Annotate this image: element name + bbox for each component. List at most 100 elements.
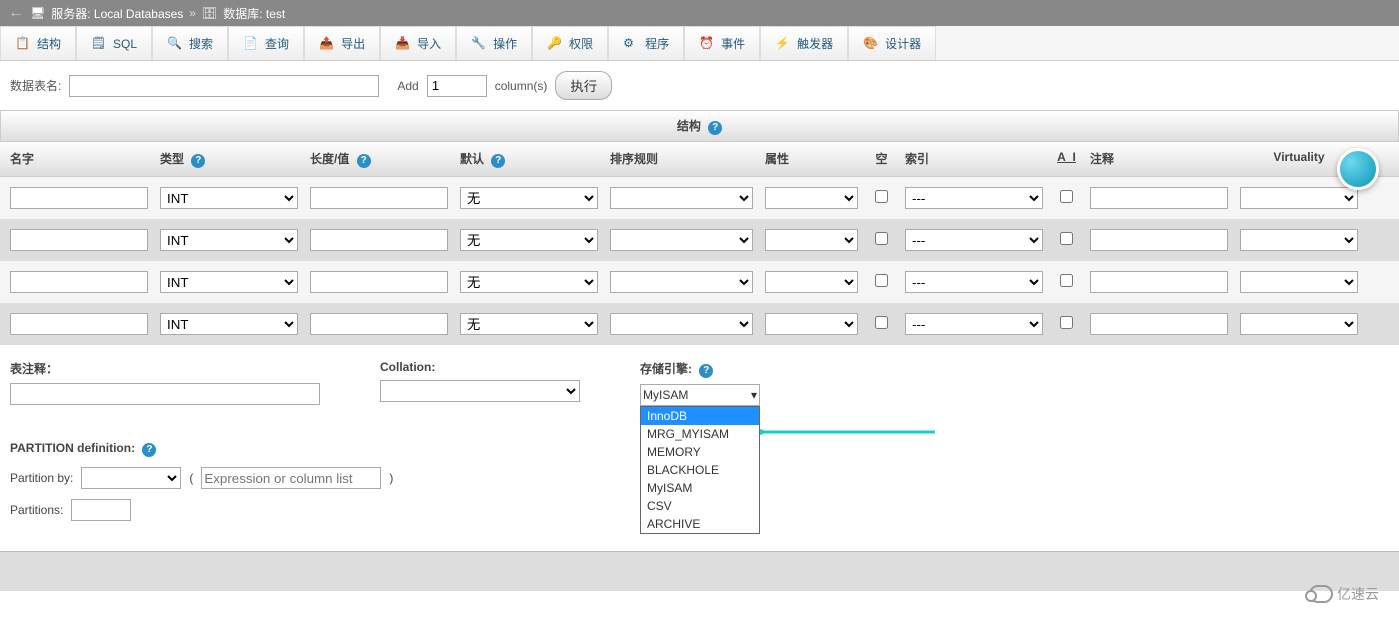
index-select[interactable]: ---: [905, 229, 1043, 251]
type-select[interactable]: INT: [160, 187, 298, 209]
breadcrumb-server[interactable]: 服务器: Local Databases: [51, 5, 183, 22]
chevron-down-icon: ▾: [751, 388, 757, 402]
attributes-select[interactable]: [765, 271, 858, 293]
structure-icon: 📋: [15, 36, 31, 52]
tab-events[interactable]: ⏰事件: [684, 26, 760, 60]
tab-operations[interactable]: 🔧操作: [456, 26, 532, 60]
tab-label: 程序: [645, 35, 669, 52]
partitions-input[interactable]: [71, 499, 131, 521]
ai-checkbox[interactable]: [1060, 316, 1073, 329]
virtuality-select[interactable]: [1240, 187, 1358, 209]
import-icon: 📥: [395, 36, 411, 52]
index-select[interactable]: ---: [905, 271, 1043, 293]
engine-dropdown[interactable]: MyISAM ▾ InnoDBMRG_MYISAMMEMORYBLACKHOLE…: [640, 384, 760, 406]
engine-option[interactable]: MEMORY: [641, 443, 759, 461]
tab-label: 导出: [341, 35, 365, 52]
ai-checkbox[interactable]: [1060, 232, 1073, 245]
add-columns-input[interactable]: [427, 75, 487, 97]
virtuality-select[interactable]: [1240, 313, 1358, 335]
length-input[interactable]: [310, 187, 448, 209]
help-icon[interactable]: ?: [699, 364, 713, 378]
tab-export[interactable]: 📤导出: [304, 26, 380, 60]
tab-structure[interactable]: 📋结构: [0, 26, 76, 60]
tab-triggers[interactable]: ⚡触发器: [760, 26, 848, 60]
type-select[interactable]: INT: [160, 229, 298, 251]
collation-select[interactable]: [610, 229, 753, 251]
null-checkbox[interactable]: [875, 232, 888, 245]
attributes-select[interactable]: [765, 229, 858, 251]
table-comments-input[interactable]: [10, 383, 320, 405]
collation-select[interactable]: [610, 313, 753, 335]
back-arrow-icon[interactable]: ←: [8, 4, 24, 22]
partition-title: PARTITION definition:: [10, 441, 135, 455]
table-options: 表注释： Collation: 存储引擎: ? MyISAM ▾ InnoDBM…: [0, 345, 1399, 431]
help-icon[interactable]: ?: [357, 154, 371, 168]
collation-select[interactable]: [610, 187, 753, 209]
tab-designer[interactable]: 🎨设计器: [848, 26, 936, 60]
help-icon[interactable]: ?: [142, 443, 156, 457]
routines-icon: ⚙: [623, 36, 639, 52]
type-select[interactable]: INT: [160, 313, 298, 335]
comments-input[interactable]: [1090, 271, 1228, 293]
collation-select[interactable]: [610, 271, 753, 293]
columns-label: column(s): [495, 79, 548, 93]
name-input[interactable]: [10, 271, 148, 293]
name-input[interactable]: [10, 313, 148, 335]
attributes-select[interactable]: [765, 187, 858, 209]
column-headers: 名字 类型 ? 长度/值 ? 默认 ? 排序规则 属性 空 索引 A_I 注释 …: [0, 142, 1399, 177]
breadcrumb-database[interactable]: 数据库: test: [223, 5, 285, 22]
mascot-icon[interactable]: [1337, 148, 1379, 190]
default-select[interactable]: 无: [460, 187, 598, 209]
engine-option[interactable]: BLACKHOLE: [641, 461, 759, 479]
partition-expr-input[interactable]: [201, 467, 381, 489]
tab-routines[interactable]: ⚙ 程序: [608, 26, 684, 60]
comments-input[interactable]: [1090, 187, 1228, 209]
tab-import[interactable]: 📥导入: [380, 26, 456, 60]
index-select[interactable]: ---: [905, 313, 1043, 335]
tab-query[interactable]: 📄查询: [228, 26, 304, 60]
tab-label: 搜索: [189, 35, 213, 52]
default-select[interactable]: 无: [460, 271, 598, 293]
null-checkbox[interactable]: [875, 274, 888, 287]
tab-search[interactable]: 🔍搜索: [152, 26, 228, 60]
virtuality-select[interactable]: [1240, 229, 1358, 251]
comments-input[interactable]: [1090, 229, 1228, 251]
length-input[interactable]: [310, 313, 448, 335]
engine-option[interactable]: MyISAM: [641, 479, 759, 497]
engine-option[interactable]: ARCHIVE: [641, 515, 759, 533]
tab-sql[interactable]: 🗒SQL: [76, 26, 152, 60]
header-length: 长度/值: [310, 152, 349, 166]
type-select[interactable]: INT: [160, 271, 298, 293]
help-icon[interactable]: ?: [191, 154, 205, 168]
engine-option[interactable]: MRG_MYISAM: [641, 425, 759, 443]
attributes-select[interactable]: [765, 313, 858, 335]
header-index: 索引: [899, 150, 1049, 168]
collation-select[interactable]: [380, 380, 580, 402]
null-checkbox[interactable]: [875, 190, 888, 203]
ai-checkbox[interactable]: [1060, 274, 1073, 287]
null-checkbox[interactable]: [875, 316, 888, 329]
index-select[interactable]: ---: [905, 187, 1043, 209]
default-select[interactable]: 无: [460, 313, 598, 335]
engine-option[interactable]: CSV: [641, 497, 759, 515]
comments-input[interactable]: [1090, 313, 1228, 335]
ai-checkbox[interactable]: [1060, 190, 1073, 203]
annotation-arrow: [760, 422, 940, 442]
watermark-text: 亿速云: [1337, 584, 1379, 604]
default-select[interactable]: 无: [460, 229, 598, 251]
table-name-input[interactable]: [69, 75, 379, 97]
length-input[interactable]: [310, 229, 448, 251]
name-input[interactable]: [10, 187, 148, 209]
engine-select-display[interactable]: MyISAM ▾: [640, 384, 760, 406]
name-input[interactable]: [10, 229, 148, 251]
help-icon[interactable]: ?: [491, 154, 505, 168]
engine-option[interactable]: InnoDB: [641, 407, 759, 425]
length-input[interactable]: [310, 271, 448, 293]
help-icon[interactable]: ?: [708, 121, 722, 135]
events-icon: ⏰: [699, 36, 715, 52]
virtuality-select[interactable]: [1240, 271, 1358, 293]
tab-privileges[interactable]: 🔑权限: [532, 26, 608, 60]
header-ai: A_I: [1049, 150, 1084, 168]
partition-by-select[interactable]: [81, 467, 181, 489]
execute-button[interactable]: 执行: [555, 71, 612, 100]
